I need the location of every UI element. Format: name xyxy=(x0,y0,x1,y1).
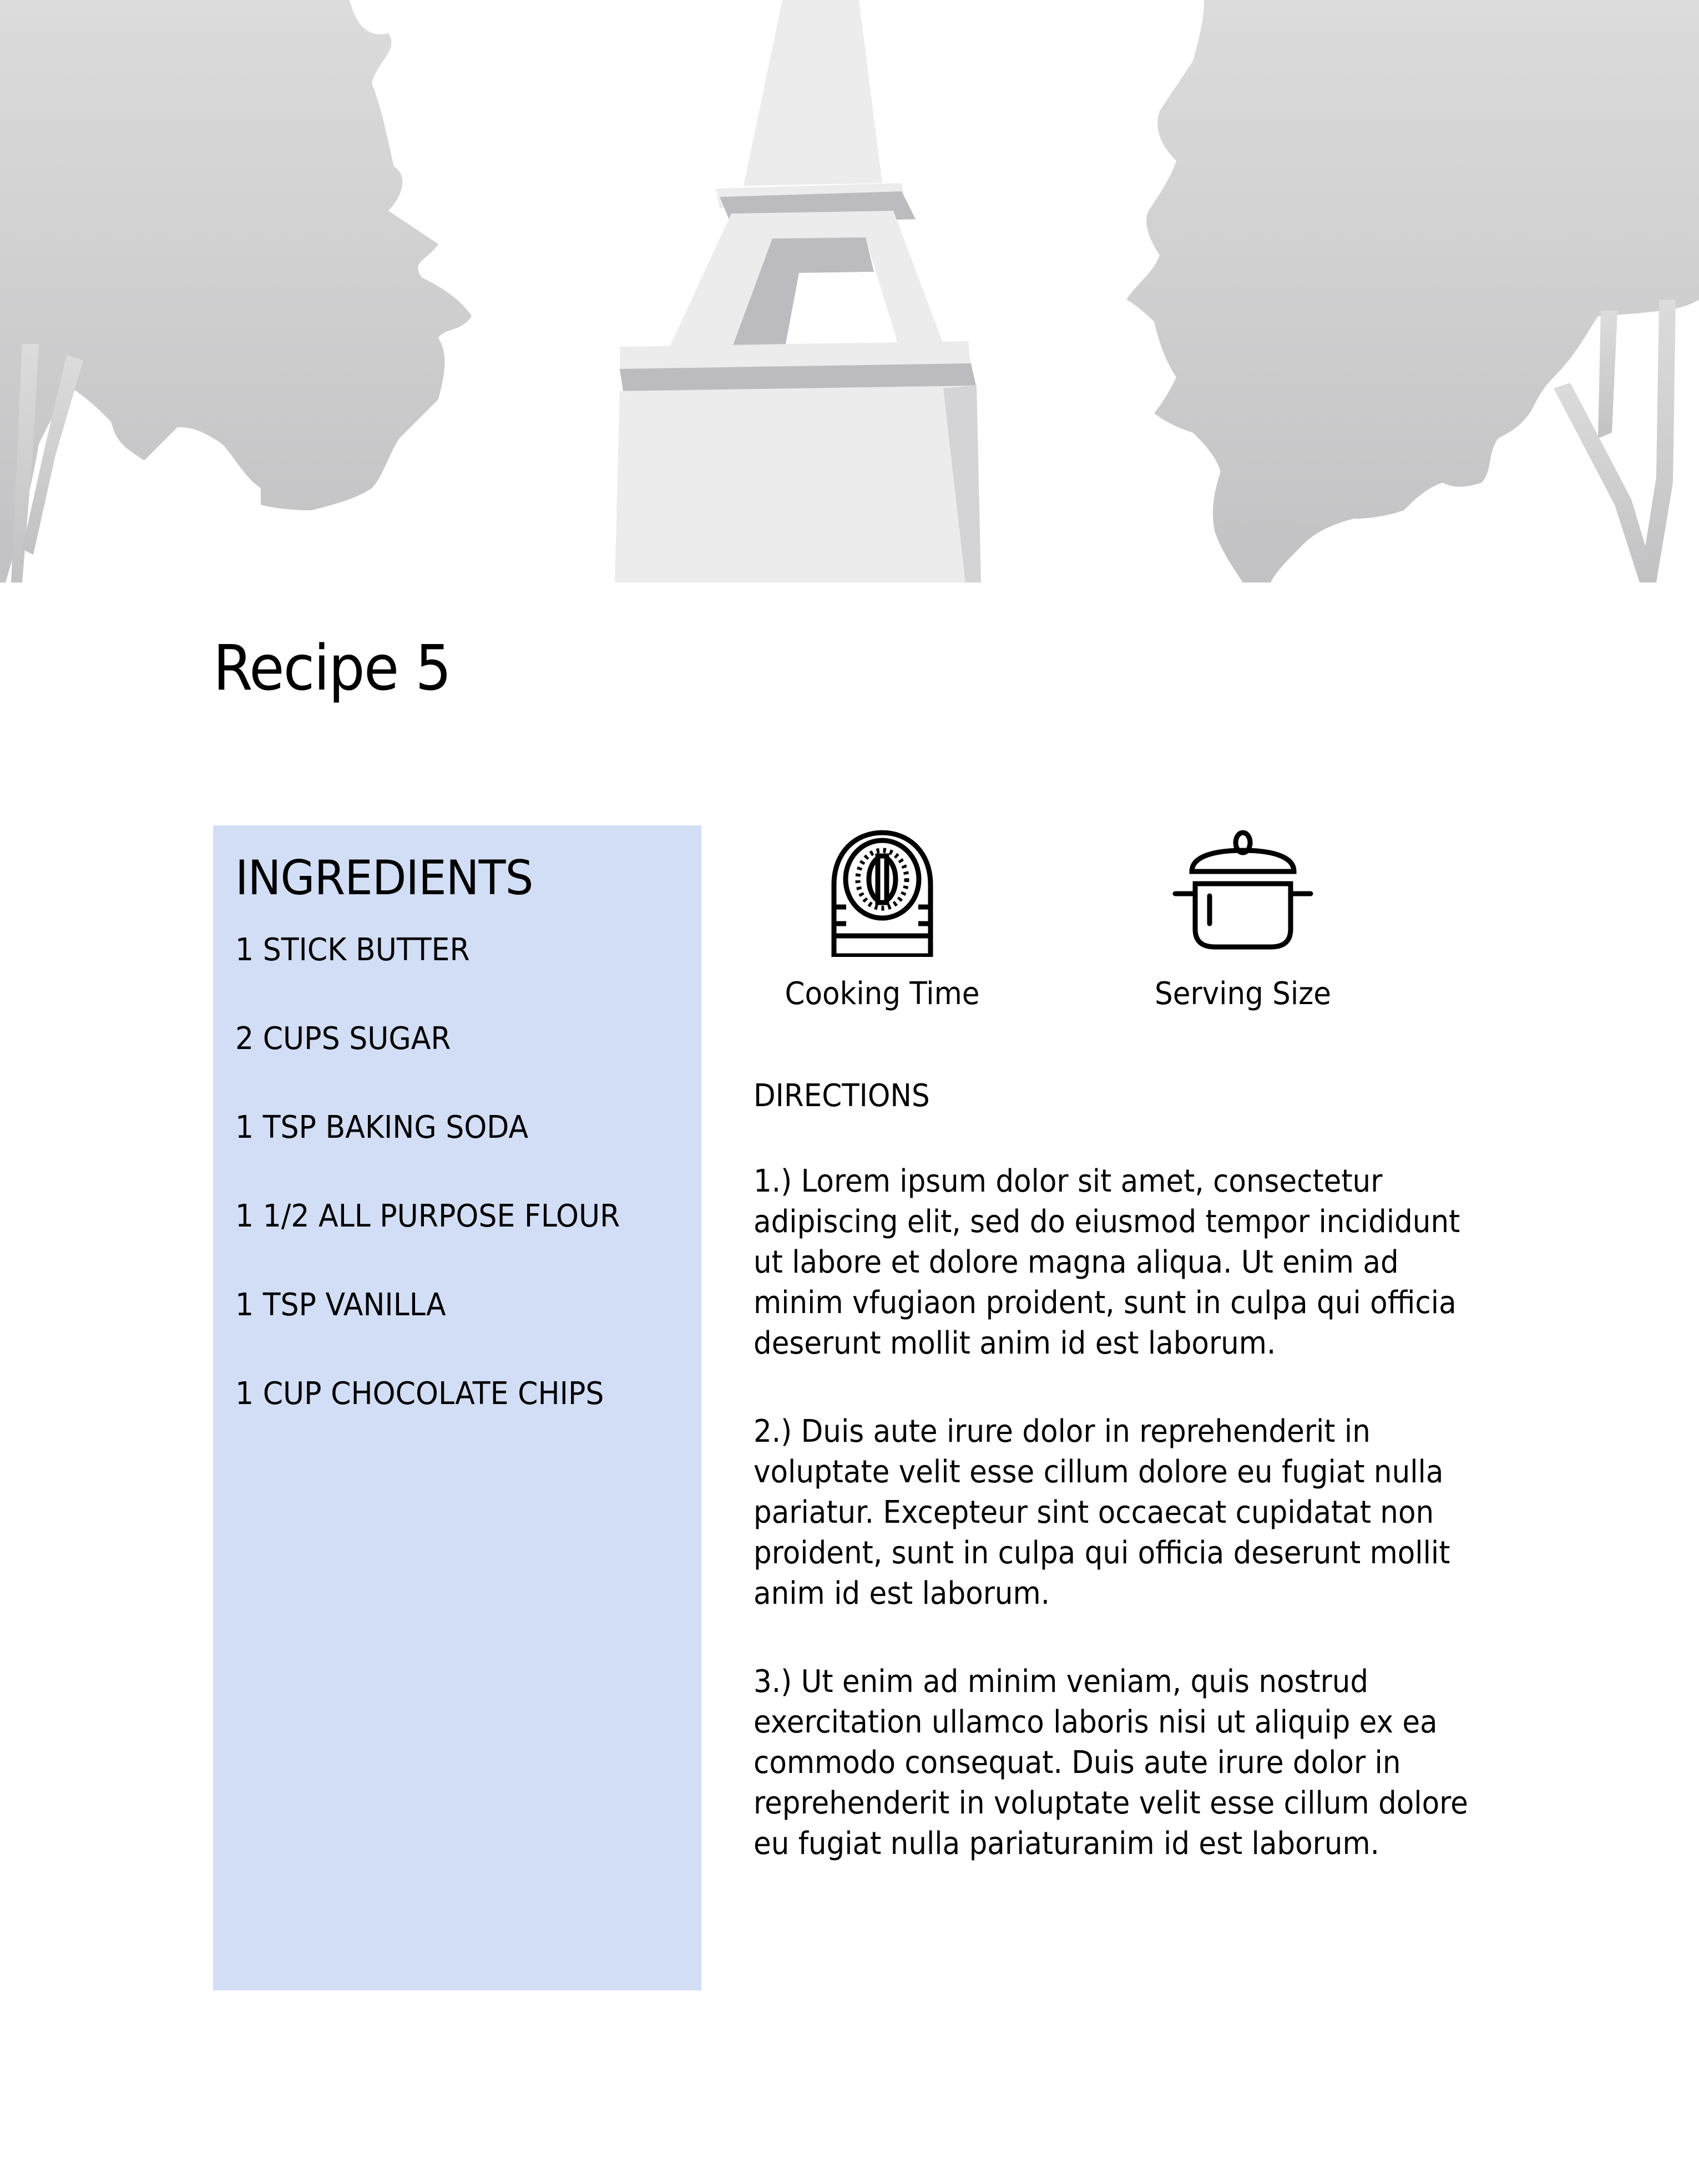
cooking-time-info: Cooking Time xyxy=(766,829,999,1012)
cooking-time-label: Cooking Time xyxy=(785,976,980,1012)
directions-section: DIRECTIONS 1.) Lorem ipsum dolor sit ame… xyxy=(754,1077,1491,1912)
header-illustration xyxy=(0,0,1699,582)
left-tree xyxy=(0,0,472,582)
ingredients-list: 1 STICK BUTTER 2 CUPS SUGAR 1 TSP BAKING… xyxy=(235,931,701,1413)
page-title: Recipe 5 xyxy=(213,632,452,705)
eiffel-tower xyxy=(615,0,981,582)
kitchen-timer-icon xyxy=(766,829,999,960)
direction-step: 2.) Duis aute irure dolor in reprehender… xyxy=(754,1413,1450,1612)
right-tree xyxy=(1126,0,1699,582)
ingredient-item: 1 STICK BUTTER xyxy=(235,931,470,968)
directions-heading: DIRECTIONS xyxy=(754,1078,930,1114)
direction-step: 3.) Ut enim ad minim veniam, quis nostru… xyxy=(754,1664,1468,1862)
direction-step: 1.) Lorem ipsum dolor sit amet, consecte… xyxy=(754,1163,1460,1362)
ingredient-item: 1 CUP CHOCOLATE CHIPS xyxy=(235,1375,604,1412)
serving-size-info: Serving Size xyxy=(1126,829,1359,1012)
ingredient-item: 2 CUPS SUGAR xyxy=(235,1020,451,1057)
cooking-pot-icon xyxy=(1126,829,1359,960)
ingredient-item: 1 TSP BAKING SODA xyxy=(235,1109,529,1146)
ingredient-item: 1 TSP VANILLA xyxy=(235,1286,446,1323)
serving-size-label: Serving Size xyxy=(1155,976,1331,1012)
ingredients-heading: INGREDIENTS xyxy=(235,850,533,906)
ingredients-panel: INGREDIENTS 1 STICK BUTTER 2 CUPS SUGAR … xyxy=(213,825,701,1990)
ingredient-item: 1 1/2 ALL PURPOSE FLOUR xyxy=(235,1198,620,1234)
